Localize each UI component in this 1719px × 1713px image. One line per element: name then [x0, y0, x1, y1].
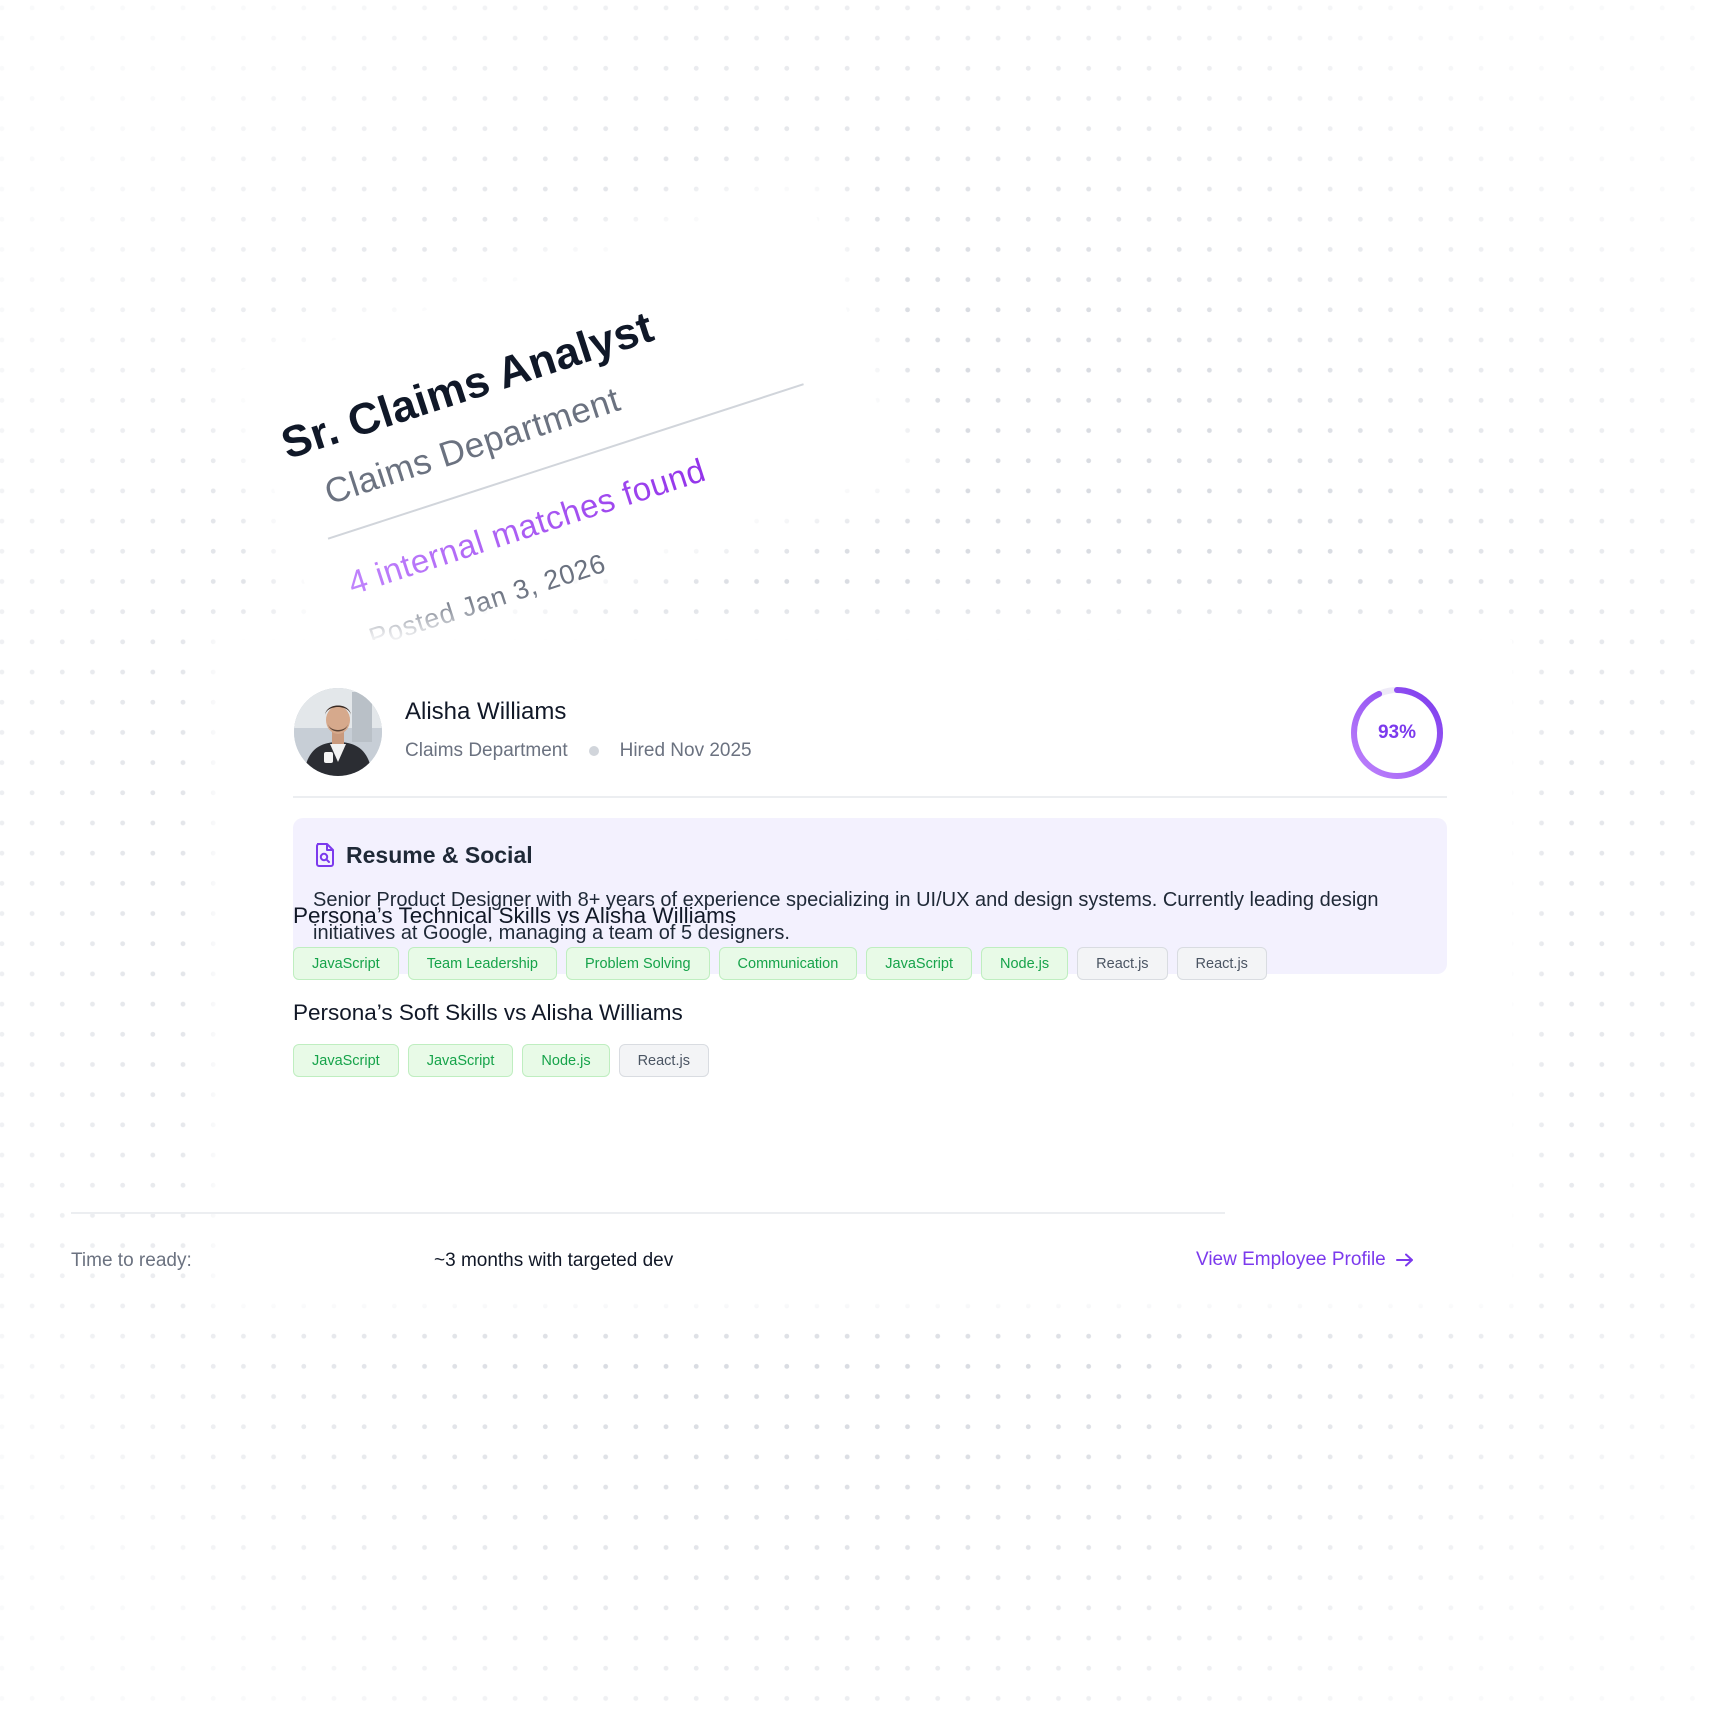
resume-title: Resume & Social: [346, 842, 533, 868]
skill-chip: JavaScript: [407, 1044, 514, 1077]
candidate-department: Claims Department: [405, 740, 568, 761]
skill-chip: JavaScript: [293, 1044, 399, 1077]
skill-chip: Communication: [718, 947, 858, 980]
view-employee-profile-link[interactable]: View Employee Profile: [1196, 1249, 1414, 1271]
candidate-meta: Claims Department Hired Nov 2025: [405, 740, 752, 762]
time-to-ready-value: ~3 months with targeted dev: [434, 1250, 674, 1271]
job-card[interactable]: Sr. Claims Analyst Claims Department 4 i…: [236, 186, 900, 658]
time-to-ready-label: Time to ready:: [71, 1250, 192, 1271]
document-search-icon: [316, 843, 334, 867]
skill-chip: React.js: [618, 1044, 709, 1077]
skill-chip: Problem Solving: [565, 947, 710, 980]
skill-chip: Node.js: [522, 1044, 610, 1077]
skill-chip: JavaScript: [293, 947, 399, 980]
skill-chip: React.js: [1176, 947, 1267, 980]
soft-skills-title: Persona’s Soft Skills vs Alisha Williams: [293, 1000, 683, 1025]
candidate-hired-date: Hired Nov 2025: [619, 740, 752, 761]
skill-chip: React.js: [1077, 947, 1168, 980]
match-score-label: 93%: [1377, 722, 1417, 743]
arrow-right-icon: [1395, 1253, 1413, 1267]
skill-chip: Team Leadership: [407, 947, 557, 980]
skill-chip: JavaScript: [866, 947, 972, 980]
footer-divider: [71, 1212, 1225, 1214]
soft-skills-list: JavaScript JavaScript Node.js React.js: [293, 1044, 709, 1077]
view-employee-profile-label: View Employee Profile: [1196, 1249, 1386, 1270]
candidate-panel: Alisha Williams Claims Department Hired …: [222, 640, 1512, 1300]
technical-skills-list: JavaScript Team Leadership Problem Solving…: [293, 947, 1267, 980]
divider: [293, 796, 1447, 798]
candidate-name: Alisha Williams: [405, 698, 567, 725]
skill-chip: Node.js: [980, 947, 1069, 980]
avatar-photo: [294, 688, 382, 776]
separator-dot: [588, 746, 599, 756]
avatar: [294, 688, 382, 776]
technical-skills-title: Persona’s Technical Skills vs Alisha Wil…: [293, 903, 737, 928]
